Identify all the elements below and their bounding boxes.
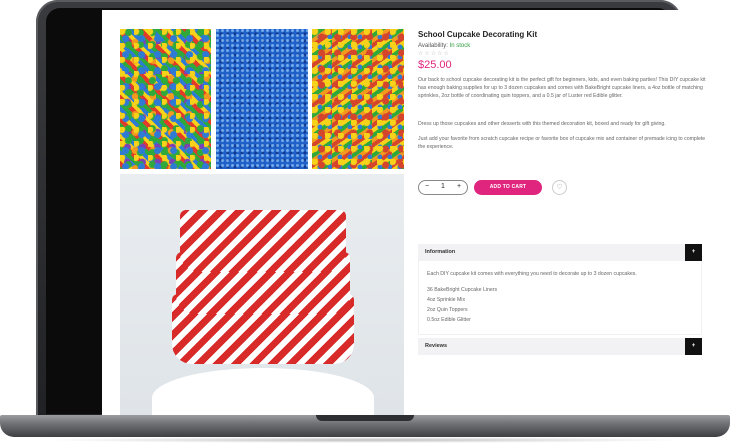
accordion-information[interactable]: Information + (418, 244, 702, 261)
product-main-image (120, 174, 404, 415)
quantity-input[interactable]: 1 (441, 183, 445, 190)
laptop-notch (316, 415, 414, 421)
increment-button[interactable]: + (457, 183, 461, 190)
list-item: 4oz Sprinkle Mix (427, 297, 466, 303)
information-text: Each DIY cupcake kit comes with everythi… (427, 271, 637, 277)
quantity-stepper: − 1 + (418, 180, 468, 195)
cupcake-liner (180, 210, 346, 272)
laptop-bezel: School Cupcake Decorating Kit Availabili… (46, 8, 708, 415)
accordion-reviews[interactable]: Reviews + (418, 338, 702, 355)
product-price: $25.00 (418, 59, 452, 71)
accordion-information-content: Each DIY cupcake kit comes with everythi… (418, 261, 702, 335)
availability: Availability: In stock (418, 43, 470, 49)
product-thumbnail-sprinkles[interactable] (120, 29, 211, 169)
cake-stand (152, 368, 374, 415)
product-description: Just add your favorite from scratch cupc… (418, 136, 706, 150)
kit-contents-list: 36 BakeBright Cupcake Liners 4oz Sprinkl… (427, 285, 497, 325)
availability-label: Availability: (418, 43, 448, 49)
product-thumbnail-quins[interactable] (312, 29, 404, 169)
product-thumbnail-blue-sugar[interactable] (216, 29, 308, 169)
product-description: Dress up those cupcakes and other desser… (418, 121, 666, 127)
accordion-label: Reviews (425, 343, 448, 349)
plus-icon[interactable]: + (685, 338, 702, 355)
product-title: School Cupcake Decorating Kit (418, 30, 538, 39)
accordion-label: Information (425, 249, 456, 255)
list-item: 0.5oz Edible Glitter (427, 317, 471, 323)
rating-stars[interactable]: ☆☆☆☆☆ (418, 50, 450, 57)
product-page: School Cupcake Decorating Kit Availabili… (102, 10, 708, 415)
product-description: Our back to school cupcake decorating ki… (418, 77, 706, 99)
availability-status: In stock (449, 43, 471, 49)
list-item: 36 BakeBright Cupcake Liners (427, 287, 498, 293)
decrement-button[interactable]: − (425, 183, 429, 190)
laptop-shadow (40, 437, 690, 443)
list-item: 2oz Quin Toppers (427, 307, 468, 313)
add-to-cart-button[interactable]: ADD TO CART (474, 180, 542, 195)
plus-icon[interactable]: + (685, 244, 702, 261)
heart-icon[interactable]: ♡ (552, 180, 567, 195)
